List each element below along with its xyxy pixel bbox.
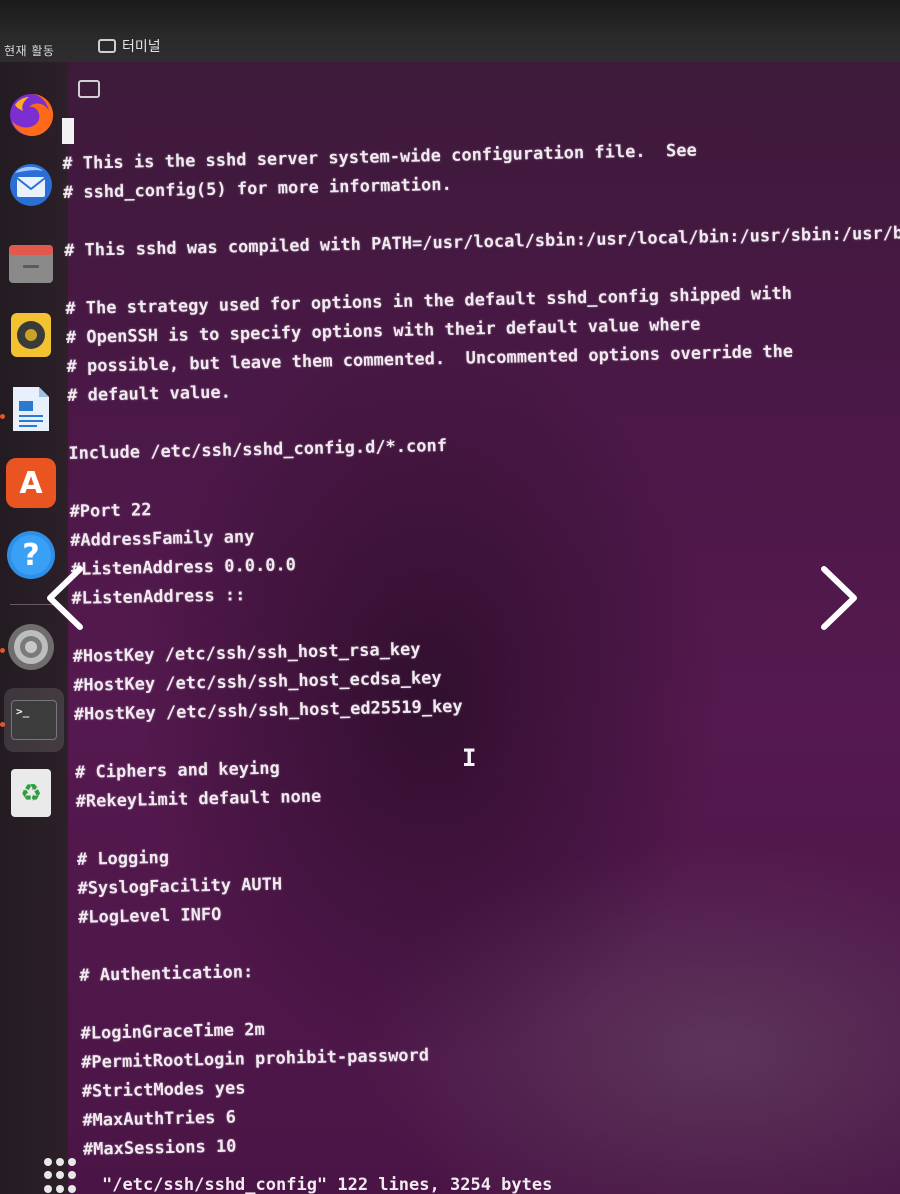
firefox-icon: [10, 93, 54, 136]
mouse-ibeam-icon: I: [462, 744, 477, 772]
dock-item-files[interactable]: [6, 238, 56, 288]
new-tab-icon[interactable]: [78, 80, 100, 98]
dock-item-thunderbird[interactable]: [6, 160, 56, 210]
running-indicator: [0, 414, 5, 419]
document-icon: [13, 387, 49, 431]
show-apps-icon[interactable]: [44, 1158, 80, 1194]
app-menu-label: 터미널: [122, 39, 161, 55]
previous-arrow[interactable]: [38, 565, 98, 631]
running-indicator: [0, 648, 5, 653]
terminal-icon: >_: [11, 700, 57, 740]
dock-item-firefox[interactable]: [6, 90, 56, 140]
dock-item-terminal[interactable]: >_: [4, 688, 64, 752]
chevron-right-icon: [821, 566, 857, 630]
photo-of-screen: 현재 활동 터미널 A ? >_ ♻ # This is the sshd se…: [0, 0, 900, 1194]
app-menu[interactable]: 터미널: [98, 36, 161, 56]
top-panel: 현재 활동 터미널: [0, 0, 900, 62]
dock-item-trash[interactable]: ♻: [6, 768, 56, 818]
terminal-app-icon: [98, 39, 116, 53]
store-icon: A: [19, 465, 43, 501]
folder-icon: [9, 245, 53, 283]
activities-button[interactable]: 현재 활동: [4, 42, 54, 59]
dock-item-writer[interactable]: [6, 384, 56, 434]
speaker-icon: [11, 313, 51, 357]
chevron-left-icon: [47, 566, 83, 630]
mail-icon: [10, 164, 52, 206]
vi-status-line: "/etc/ssh/sshd_config" 122 lines, 3254 b…: [102, 1175, 553, 1194]
sshd-config-text[interactable]: # This is the sshd server system-wide co…: [62, 132, 900, 1164]
recycle-glyph: ♻: [20, 779, 42, 807]
next-arrow[interactable]: [810, 565, 870, 631]
recycle-icon: ♻: [11, 769, 51, 817]
dock-item-rhythmbox[interactable]: [6, 310, 56, 360]
dock-item-app-center[interactable]: A: [6, 458, 56, 508]
terminal-glyph: >_: [16, 705, 30, 718]
text-cursor: [62, 118, 74, 144]
